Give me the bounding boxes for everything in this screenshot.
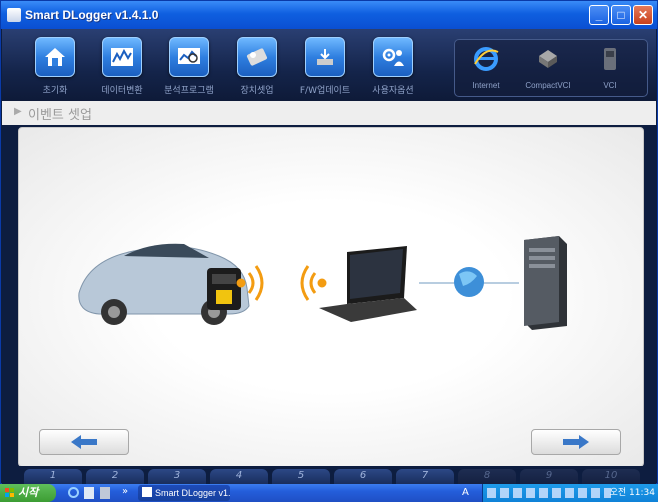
windows-taskbar: 시작 » Smart DLogger v1.... A 오전 11:34: [0, 484, 658, 502]
network-link: [419, 267, 519, 297]
app-icon: [7, 8, 21, 22]
internet-button[interactable]: Internet: [457, 44, 515, 90]
system-tray: 오전 11:34: [482, 484, 658, 502]
toolbar-firmware-update-button[interactable]: F/W업데이트: [292, 37, 358, 97]
external-item-label: CompactVCI: [525, 81, 571, 90]
quick-launch-app-icon[interactable]: [100, 487, 110, 499]
step-tab[interactable]: 6: [334, 469, 392, 485]
quick-launch-ie-icon[interactable]: [68, 487, 79, 498]
laptop-illustration: [319, 246, 417, 322]
logger-device-illustration: [207, 268, 241, 310]
device-setup-icon: [237, 37, 277, 77]
user-options-icon: [373, 37, 413, 77]
window-title: Smart DLogger v1.4.1.0: [25, 8, 159, 22]
step-tab: 9: [520, 469, 578, 485]
step-tab[interactable]: 1: [24, 469, 82, 485]
step-tab: 10: [582, 469, 640, 485]
step-tab[interactable]: 5: [272, 469, 330, 485]
external-item-label: VCI: [603, 81, 617, 90]
app-small-icon: [142, 487, 152, 497]
step-indicator: 1 2 3 4 5 6 7 8 9 10: [2, 466, 656, 485]
maximize-button[interactable]: □: [611, 5, 631, 25]
app-window: Smart DLogger v1.4.1.0 _ □ ✕ 초기화 데이터변환 분…: [0, 0, 658, 485]
toolbar-init-button[interactable]: 초기화: [22, 37, 88, 97]
data-convert-icon: [102, 37, 142, 77]
toolbar-item-label: 분석프로그램: [164, 86, 214, 96]
language-indicator[interactable]: A: [462, 484, 469, 502]
arrow-left-icon: [71, 435, 97, 449]
arrow-right-icon: [563, 435, 589, 449]
tray-icons[interactable]: [487, 488, 611, 498]
server-illustration: [524, 236, 567, 330]
toolbar-item-label: 사용자옵션: [372, 86, 414, 96]
wireless-signal-icon: [300, 265, 327, 301]
previous-button[interactable]: [39, 429, 129, 455]
windows-logo-icon: [5, 488, 14, 497]
toolbar-data-convert-button[interactable]: 데이터변환: [89, 37, 155, 97]
toolbar-analysis-button[interactable]: 분석프로그램: [156, 37, 222, 97]
taskbar-app-button[interactable]: Smart DLogger v1....: [138, 485, 230, 501]
event-setup-panel: [18, 127, 644, 467]
vci-icon: [604, 48, 616, 70]
step-tab[interactable]: 3: [148, 469, 206, 485]
toolbar-user-options-button[interactable]: 사용자옵션: [360, 37, 426, 97]
quick-launch-desktop-icon[interactable]: [84, 487, 94, 499]
title-bar[interactable]: Smart DLogger v1.4.1.0 _ □ ✕: [1, 1, 657, 29]
step-tab: 8: [458, 469, 516, 485]
firmware-update-icon: [305, 37, 345, 77]
vci-button[interactable]: VCI: [581, 44, 639, 90]
taskbar-app-label: Smart DLogger v1....: [155, 488, 230, 498]
external-tools-panel: Internet CompactVCI VCI: [454, 39, 648, 97]
connection-diagram: [78, 236, 567, 330]
toolbar-item-label: 초기화: [42, 86, 68, 96]
toolbar-item-label: 데이터변환: [101, 86, 143, 96]
external-item-label: Internet: [472, 81, 500, 90]
step-tab[interactable]: 4: [210, 469, 268, 485]
quick-launch-overflow[interactable]: »: [122, 484, 128, 500]
analysis-icon: [169, 37, 209, 77]
page-title: 이벤트 셋업: [28, 108, 92, 123]
compact-vci-icon: [539, 50, 557, 68]
clock: 오전 11:34: [609, 488, 655, 498]
toolbar-device-setup-button[interactable]: 장치셋업: [224, 37, 290, 97]
step-tab[interactable]: 2: [86, 469, 144, 485]
toolbar-item-label: F/W업데이트: [299, 86, 351, 96]
home-icon: [35, 37, 75, 77]
minimize-button[interactable]: _: [589, 5, 609, 25]
internet-explorer-icon: [474, 47, 499, 71]
toolbar-item-label: 장치셋업: [240, 86, 274, 96]
close-button[interactable]: ✕: [633, 5, 653, 25]
compact-vci-button[interactable]: CompactVCI: [519, 44, 577, 90]
start-button[interactable]: 시작: [0, 484, 56, 502]
step-tab[interactable]: 7: [396, 469, 454, 485]
start-label: 시작: [18, 486, 39, 499]
main-toolbar: 초기화 데이터변환 분석프로그램 장치셋업 F/W업데이트 사용자옵션 Inte…: [2, 29, 656, 102]
breadcrumb: ▶ 이벤트 셋업: [2, 101, 656, 125]
breadcrumb-arrow-icon: ▶: [14, 106, 22, 117]
next-button[interactable]: [531, 429, 621, 455]
